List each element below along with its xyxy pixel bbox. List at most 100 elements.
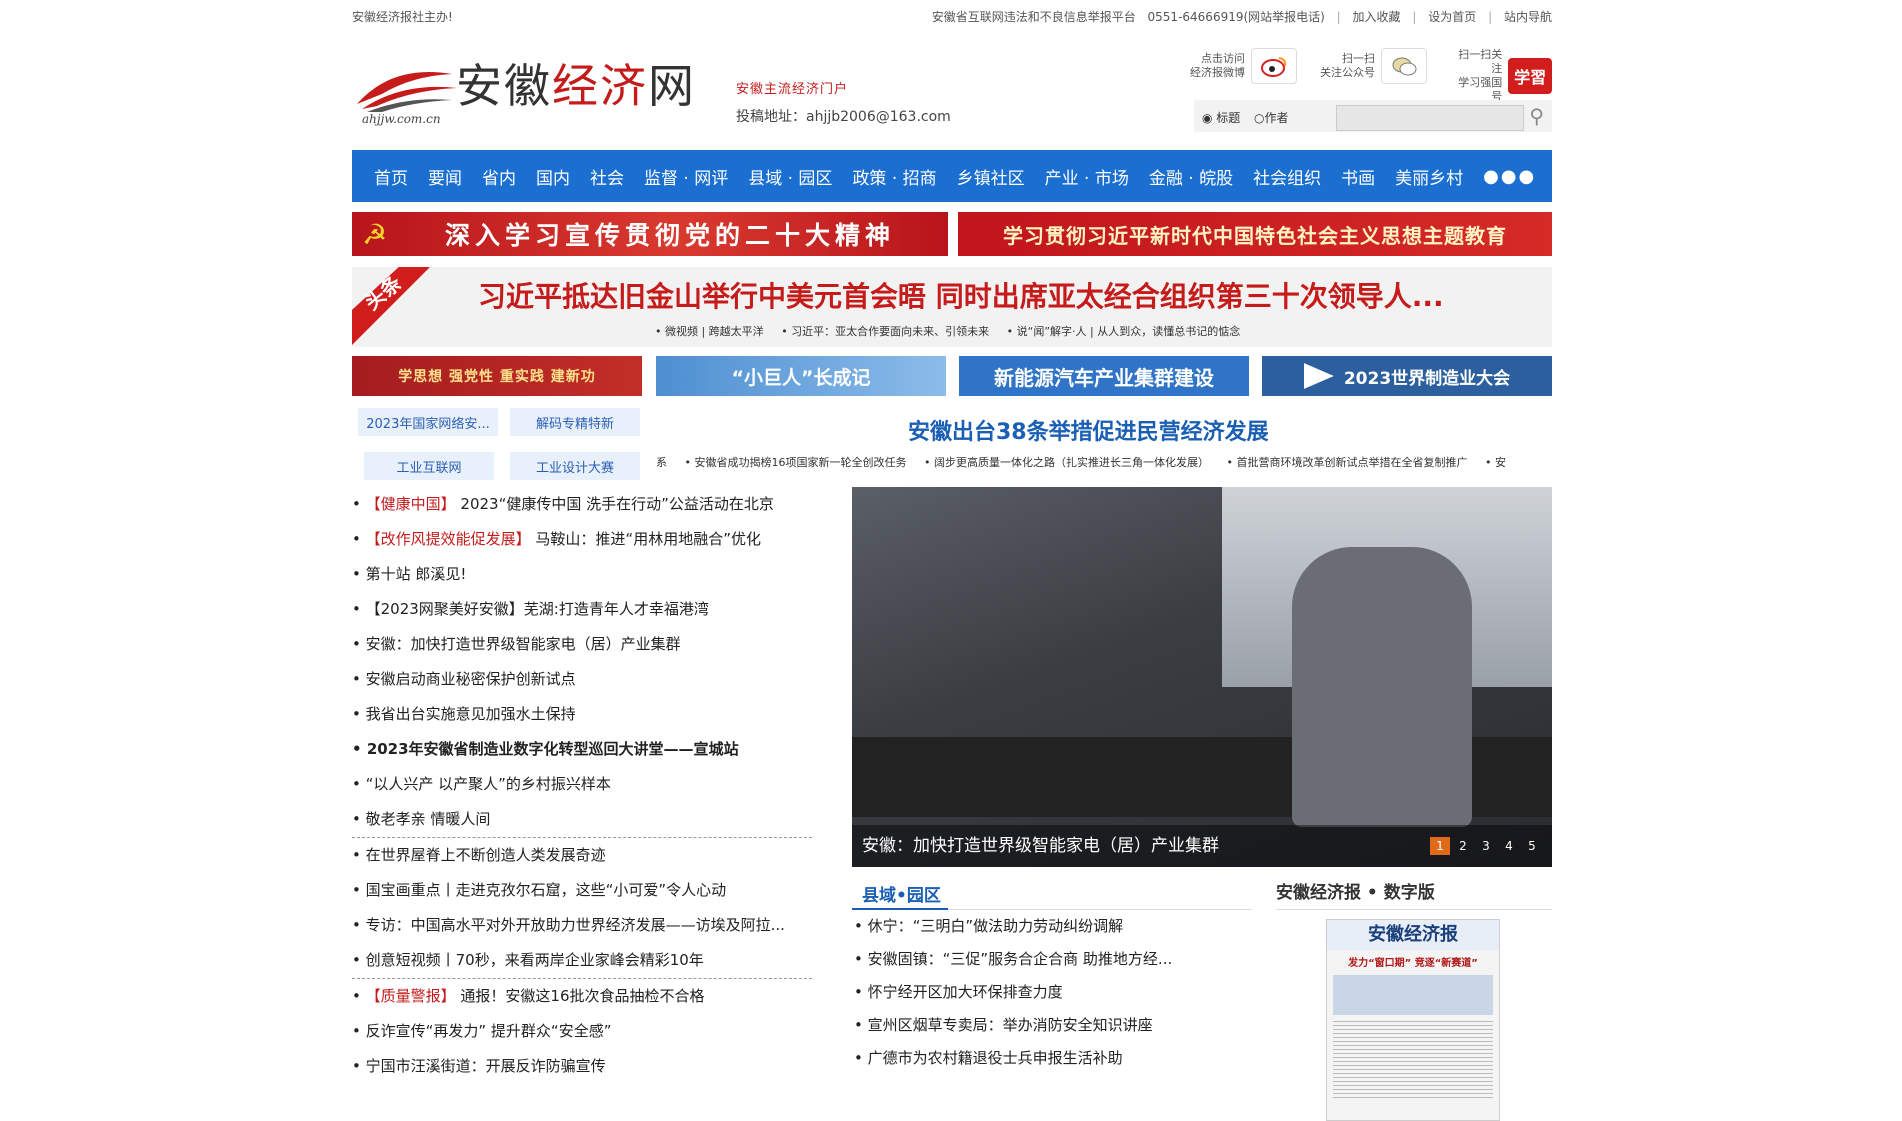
list-item[interactable]: • 【2023网聚美好安徽】芜湖:打造青年人才幸福港湾 [352, 592, 812, 627]
list-item[interactable]: • 怀宁经开区加大环保排查力度 [852, 976, 1252, 1009]
weibo-icon [1251, 48, 1297, 84]
list-item[interactable]: • 2023年安徽省制造业数字化转型巡回大讲堂——宣城站 [352, 732, 812, 767]
list-item[interactable]: • 我省出台实施意见加强水土保持 [352, 697, 812, 732]
logo-wing-icon [357, 72, 457, 112]
site-logo[interactable]: ahjjw.com.cn 安徽经济网 [352, 50, 712, 130]
nav-item-province[interactable]: 省内 [482, 164, 516, 189]
ticker-item[interactable]: • 安徽省成功揭榜16项国家新一轮全创改任务 [685, 456, 907, 469]
section-header: 县域•园区 [852, 877, 1252, 910]
xuexi-link[interactable]: 扫一扫关注 学习强国号 学習 [1450, 48, 1552, 104]
list-item[interactable]: • 安徽启动商业秘密保护创新试点 [352, 662, 812, 697]
nav-item-policy[interactable]: 政策 · 招商 [852, 164, 936, 189]
nav-item-home[interactable]: 首页 [374, 164, 408, 189]
list-item[interactable]: • 安徽：加快打造世界级智能家电（居）产业集群 [352, 627, 812, 662]
section-title[interactable]: 安徽经济报 • 数字版 [1276, 877, 1552, 910]
pager-dot[interactable]: 5 [1522, 837, 1542, 855]
add-favorite-link[interactable]: 加入收藏 [1353, 10, 1401, 24]
search-box: ◉ 标题 ○作者 ⚲ [1194, 100, 1552, 132]
nav-item-calligraphy[interactable]: 书画 [1341, 164, 1375, 189]
pager-dot[interactable]: 1 [1430, 837, 1450, 855]
list-item[interactable]: • 休宁：“三明白”做法助力劳动纠纷调解 [852, 910, 1252, 943]
nav-item-rural[interactable]: 美丽乡村 [1395, 164, 1463, 189]
headline-title[interactable]: 习近平抵达旧金山举行中美元首会晤 同时出席亚太经合组织第三十次领导人... [478, 275, 1444, 315]
logo-name: 安徽经济网 [456, 59, 696, 113]
nav-item-supervision[interactable]: 监督 · 网评 [644, 164, 728, 189]
headline-sublink[interactable]: • 说“闻”解字·人 | 从人到众，读懂总书记的惦念 [1007, 325, 1241, 338]
sitemap-link[interactable]: 站内导航 [1504, 10, 1552, 24]
nav-more-icon[interactable]: ●●● [1483, 166, 1536, 187]
nav-item-finance[interactable]: 金融 · 皖股 [1149, 164, 1233, 189]
slideshow-pager: 1 2 3 4 5 [1427, 837, 1542, 855]
list-item[interactable]: • 国宝画重点丨走进克孜尔石窟，这些“小可爱”令人心动 [352, 873, 812, 908]
promo-nev-cluster[interactable]: 新能源汽车产业集群建设 [959, 356, 1249, 396]
ticker-item[interactable]: 系 [656, 456, 667, 469]
list-item[interactable]: • 在世界屋脊上不断创造人类发展奇迹 [352, 837, 812, 873]
top-links: 安徽省互联网违法和不良信息举报平台 0551-64666919(网站举报电话) … [931, 10, 1552, 24]
center-headline[interactable]: 安徽出台38条举措促进民营经济发展 [908, 414, 1269, 446]
photo-slideshow[interactable]: 安徽：加快打造世界级智能家电（居）产业集群 1 2 3 4 5 [852, 487, 1552, 867]
pager-dot[interactable]: 4 [1499, 837, 1519, 855]
epaper-thumbnail[interactable]: 安徽经济报 发力“窗口期” 竞逐“新赛道” [1326, 919, 1500, 1121]
tag-specialized[interactable]: 解码专精特新 [510, 408, 640, 436]
set-homepage-link[interactable]: 设为首页 [1428, 10, 1476, 24]
banner-20th-congress[interactable]: ☭ 深入学习宣传贯彻党的二十大精神 [352, 212, 948, 256]
section-title[interactable]: 县域•园区 [862, 881, 941, 906]
headline-sublink[interactable]: • 习近平：亚太合作要面向未来、引领未来 [781, 325, 989, 338]
report-phone: 0551-64666919(网站举报电话) [1147, 10, 1325, 24]
epaper-headline: 发力“窗口期” 竞逐“新赛道” [1348, 958, 1478, 969]
list-item[interactable]: • 第十站 郎溪见! [352, 557, 812, 592]
list-item[interactable]: • 广德市为农村籍退役士兵申报生活补助 [852, 1042, 1252, 1075]
tag-industrial-design[interactable]: 工业设计大赛 [510, 452, 640, 480]
list-item[interactable]: • 【健康中国】 2023“健康传中国 洗手在行动”公益活动在北京 [352, 487, 812, 522]
list-item[interactable]: • “以人兴产 以产聚人”的乡村振兴样本 [352, 767, 812, 802]
list-item[interactable]: • 【质量警报】 通报！安徽这16批次食品抽检不合格 [352, 978, 812, 1014]
promo-study-thought[interactable]: 学思想 强党性 重实践 建新功 [352, 356, 642, 396]
promo-world-manufacturing[interactable]: 2023世界制造业大会 [1262, 356, 1552, 396]
nav-item-county[interactable]: 县域 · 园区 [748, 164, 832, 189]
ticker-item[interactable]: • 安 [1485, 456, 1506, 469]
nav-item-township[interactable]: 乡镇社区 [957, 164, 1025, 189]
wechat-link[interactable]: 扫一扫 关注公众号 [1320, 48, 1427, 84]
search-option-author[interactable]: ○作者 [1254, 109, 1289, 126]
logo-domain: ahjjw.com.cn [362, 112, 441, 126]
top-bar: 安徽经济报社主办! 安徽省互联网违法和不良信息举报平台 0551-6466691… [352, 0, 1552, 32]
nav-item-domestic[interactable]: 国内 [536, 164, 570, 189]
list-item[interactable]: • 宣州区烟草专卖局：举办消防安全知识讲座 [852, 1009, 1252, 1042]
headline-sublink[interactable]: • 微视频 | 跨越太平洋 [655, 325, 764, 338]
news-ticker: 系 • 安徽省成功揭榜16项国家新一轮全创改任务 • 阔步更高质量一体化之路（扎… [656, 454, 1552, 472]
search-icon[interactable]: ⚲ [1529, 104, 1544, 128]
news-list: • 【健康中国】 2023“健康传中国 洗手在行动”公益活动在北京 • 【改作风… [352, 487, 812, 1084]
top-headline: 头条 习近平抵达旧金山举行中美元首会晤 同时出席亚太经合组织第三十次领导人...… [352, 267, 1552, 347]
pager-dot[interactable]: 2 [1453, 837, 1473, 855]
tag-industrial-internet[interactable]: 工业互联网 [364, 452, 494, 480]
list-item[interactable]: • 敬老孝亲 情暖人间 [352, 802, 812, 837]
ticker-item[interactable]: • 首批营商环境改革创新试点举措在全省复制推广 [1226, 456, 1467, 469]
nav-item-news[interactable]: 要闻 [428, 164, 462, 189]
sponsor-text: 安徽经济报社主办! [352, 10, 453, 24]
nav-item-industry[interactable]: 产业 · 市场 [1045, 164, 1129, 189]
xuexi-logo-icon: 学習 [1508, 58, 1552, 94]
list-item[interactable]: • 安徽固镇：“三促”服务合企合商 助推地方经... [852, 943, 1252, 976]
list-item[interactable]: • 【改作风提效能促发展】 马鞍山：推进“用林用地融合”优化 [352, 522, 812, 557]
list-item[interactable]: • 创意短视频丨70秒，来看两岸企业家峰会精彩10年 [352, 943, 812, 978]
nav-item-society[interactable]: 社会 [590, 164, 624, 189]
list-item[interactable]: • 专访：中国高水平对外开放助力世界经济发展——访埃及阿拉... [352, 908, 812, 943]
search-input[interactable] [1336, 105, 1524, 131]
pager-dot[interactable]: 3 [1476, 837, 1496, 855]
weibo-link[interactable]: 点击访问 经济报微博 [1190, 48, 1297, 84]
tagline: 安徽主流经济门户 [736, 82, 849, 97]
list-item[interactable]: • 宁国市汪溪街道：开展反诈防骗宣传 [352, 1049, 812, 1084]
party-emblem-icon: ☭ [362, 218, 393, 251]
contribute-email: 投稿地址：ahjjb2006@163.com [736, 109, 951, 125]
list-item[interactable]: • 反诈宣传“再发力” 提升群众“安全感” [352, 1014, 812, 1049]
report-link[interactable]: 安徽省互联网违法和不良信息举报平台 [932, 10, 1136, 24]
epaper-section: 安徽经济报 • 数字版 安徽经济报 发力“窗口期” 竞逐“新赛道” [1276, 877, 1552, 1121]
search-option-title[interactable]: ◉ 标题 [1202, 109, 1240, 126]
banner-theme-education[interactable]: 学习贯彻习近平新时代中国特色社会主义思想主题教育 [958, 212, 1552, 256]
nav-item-organizations[interactable]: 社会组织 [1253, 164, 1321, 189]
main-nav: 首页 要闻 省内 国内 社会 监督 · 网评 县域 · 园区 政策 · 招商 乡… [352, 150, 1552, 202]
promo-little-giant[interactable]: “小巨人”长成记 [656, 356, 946, 396]
tag-network-security[interactable]: 2023年国家网络安... [358, 408, 498, 436]
photo-person [1292, 547, 1472, 827]
ticker-item[interactable]: • 阔步更高质量一体化之路（扎实推进长三角一体化发展） [924, 456, 1209, 469]
